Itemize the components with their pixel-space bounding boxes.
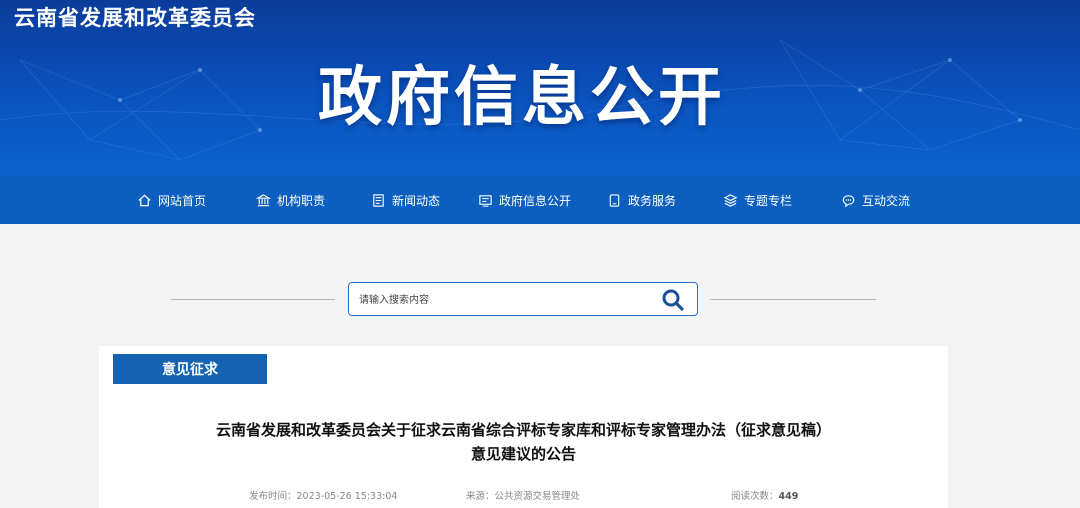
publish-time-value: 2023-05-26 15:33:04: [296, 491, 398, 502]
divider-right: [710, 299, 876, 300]
article-title: 云南省发展和改革委员会关于征求云南省综合评标专家库和评标专家管理办法（征求意见稿…: [99, 418, 948, 466]
nav-item-institution[interactable]: 机构职责: [256, 176, 325, 224]
view-count: 阅读次数：449: [731, 488, 798, 502]
institution-icon: [256, 193, 271, 206]
nav-item-label: 政府信息公开: [499, 193, 572, 208]
view-count-value: 449: [778, 491, 799, 502]
site-name[interactable]: 云南省发展和改革委员会: [14, 2, 256, 32]
nav-item-label: 新闻动态: [392, 193, 441, 208]
service-icon: [609, 193, 620, 207]
nav-item-news[interactable]: 新闻动态: [371, 176, 440, 224]
publish-time: 发布时间：2023-05-26 15:33:04: [249, 488, 397, 502]
banner-title: 政府信息公开: [318, 61, 726, 135]
article-source: 来源：公共资源交易管理处: [466, 488, 580, 502]
article-panel: 意见征求 云南省发展和改革委员会关于征求云南省综合评标专家库和评标专家管理办法（…: [99, 346, 948, 508]
nav-item-interaction[interactable]: 互动交流: [841, 176, 910, 224]
search-input[interactable]: [359, 290, 649, 310]
article-title-line1: 云南省发展和改革委员会关于征求云南省综合评标专家库和评标专家管理办法（征求意见稿…: [215, 421, 831, 439]
article-title-line2: 意见建议的公告: [470, 445, 576, 463]
layers-icon: [723, 193, 738, 207]
nav-item-label: 网站首页: [158, 193, 207, 208]
divider-left: [171, 299, 335, 300]
nav-item-label: 政务服务: [628, 193, 677, 208]
nav-item-home[interactable]: 网站首页: [137, 176, 206, 224]
nav-item-service[interactable]: 政务服务: [607, 176, 676, 224]
nav-item-label: 机构职责: [277, 193, 326, 208]
nav-item-label: 专题专栏: [744, 193, 793, 208]
search-icon[interactable]: [661, 288, 685, 312]
search-box: [348, 282, 698, 316]
view-count-label: 阅读次数：: [731, 491, 779, 502]
nav-item-info-disclosure[interactable]: 政府信息公开: [478, 176, 571, 224]
publish-time-label: 发布时间：: [249, 491, 297, 502]
main-nav: 网站首页 机构职责 新闻动态 政府信息公开 政务服务 专题专栏 互动交流: [0, 176, 1080, 224]
home-icon: [138, 194, 151, 206]
nav-item-special-topics[interactable]: 专题专栏: [723, 176, 792, 224]
source-label: 来源：: [466, 491, 495, 502]
nav-item-label: 互动交流: [862, 193, 911, 208]
chat-icon: [842, 194, 855, 207]
info-disclosure-icon: [479, 194, 492, 207]
source-value: 公共资源交易管理处: [494, 491, 581, 502]
news-icon: [373, 193, 384, 207]
header-banner: 云南省发展和改革委员会 政府信息公开: [0, 0, 1080, 176]
section-tab[interactable]: 意见征求: [113, 354, 267, 384]
